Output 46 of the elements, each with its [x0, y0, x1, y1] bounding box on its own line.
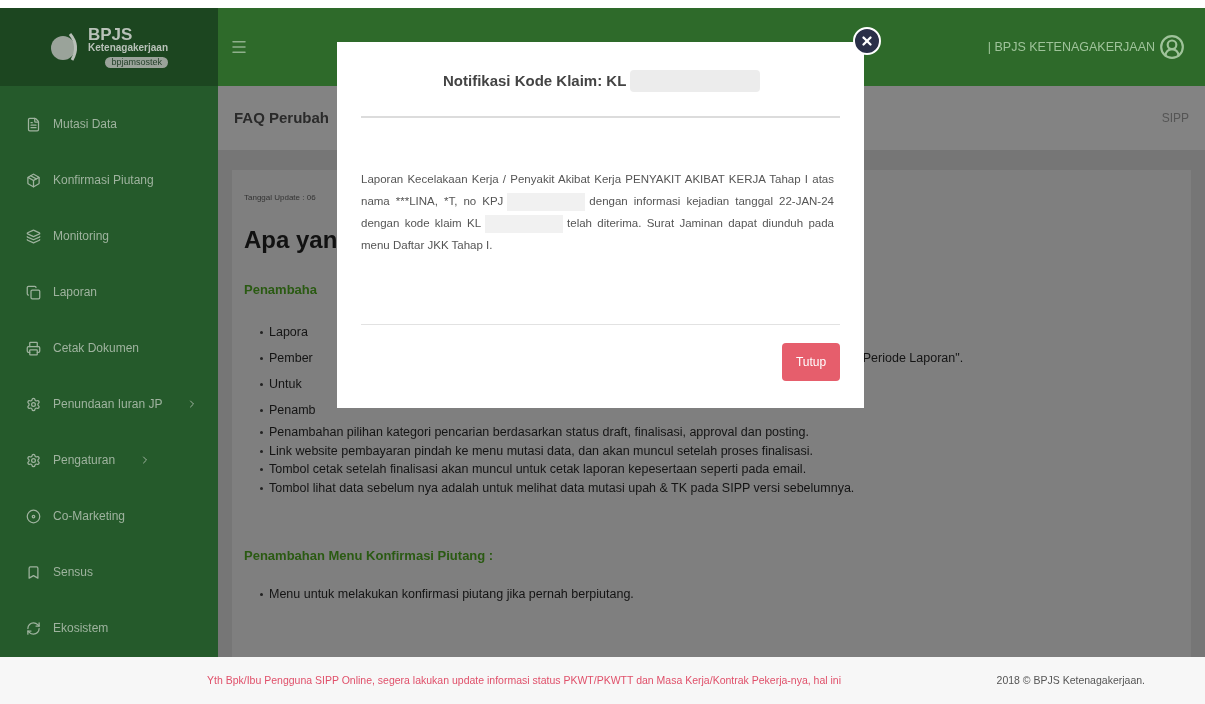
list-item-text: Tombol lihat data sebelum nya adalah untuk melihat data mutasi upah & TK pada SIPP versi sebelumnya.	[269, 479, 855, 497]
footer-notice: Yth Bpk/Ibu Pengguna SIPP Online, segera lakukan update informasi status PKWT/PKWTT dan Masa Kerja/Kontrak Pekerja-nya, hal ini	[207, 672, 842, 688]
user-avatar-icon[interactable]	[1159, 34, 1185, 60]
list-item-text: Periode Laporan".	[862, 350, 964, 368]
sidebar-item[interactable]: Cetak Dokumen	[0, 320, 218, 376]
settings-icon	[26, 452, 41, 468]
sidebar-item[interactable]: Mutasi Data	[0, 96, 218, 152]
sidebar-item[interactable]: Penundaan Iuran JP	[0, 376, 218, 432]
settings-icon	[26, 396, 41, 412]
sidebar-item[interactable]: Co-Marketing	[0, 488, 218, 544]
sidebar-item[interactable]: Monitoring	[0, 208, 218, 264]
logo-subtitle: Ketenagakerjaan	[87, 43, 168, 53]
sidebar-item[interactable]: Sensus	[0, 544, 218, 600]
list-item-text: Tombol cetak setelah finalisasi akan muncul untuk cetak laporan kepesertaan seperti pada email.	[269, 461, 807, 479]
close-dialog-button[interactable]: Tutup	[782, 343, 840, 381]
update-date: Tanggal Update : 06	[244, 192, 316, 204]
list-item-text: Pember	[269, 350, 313, 368]
disc-icon	[26, 508, 41, 524]
list-item-text: Lapora	[269, 324, 308, 342]
copyright: 2018 © BPJS Ketenagakerjaan.	[996, 672, 1145, 688]
pages-icon	[26, 284, 41, 300]
layers-icon	[26, 228, 41, 244]
list-item-text: Untuk	[269, 376, 302, 394]
logo-badge: bpjamsostek	[105, 57, 168, 68]
sidebar-item[interactable]: Ekosistem	[0, 600, 218, 656]
section-heading: Penambaha	[244, 281, 317, 299]
modal-message: Laporan Kecelakaan Kerja / Penyakit Akibat Kerja PENYAKIT AKIBAT KERJA Tahap I atas nama ***LINA, *T, no KPJ dengan informasi kejadian tanggal 22-JAN-24 dengan kode klaim KL telah diterima. Surat Jaminan dapat diunduh pada menu Daftar JKK Tahap I.	[361, 172, 835, 253]
menu-icon[interactable]	[230, 38, 248, 56]
section-heading: Penambahan Menu Konfirmasi Piutang :	[244, 546, 494, 565]
refresh-icon	[26, 620, 41, 636]
printer-icon	[26, 340, 41, 356]
list-item-text: Menu untuk melakukan konfirmasi piutang jika pernah berpiutang.	[269, 585, 634, 603]
list-item-text: Penambahan pilihan kategori pencarian berdasarkan status draft, finalisasi, approval dan posting.	[269, 424, 809, 442]
modal-title: Notifikasi Kode Klaim: KL	[443, 70, 627, 91]
page-heading: Apa yan	[244, 225, 338, 255]
list-item-text: Link website pembayaran pindah ke menu mutasi data, dan akan muncul setelah proses finalisasi.	[269, 442, 814, 460]
list-item-text: Penamb	[269, 402, 316, 420]
sidebar-item[interactable]: Konfirmasi Piutang	[0, 152, 218, 208]
sidebar-item[interactable]: Laporan	[0, 264, 218, 320]
organization-name: | BPJS KETENAGAKERJAAN	[987, 38, 1155, 56]
page-title: FAQ Perubah	[234, 107, 330, 128]
package-icon	[26, 172, 41, 188]
sidebar-item[interactable]: Pengaturan	[0, 432, 218, 488]
document-icon	[26, 116, 41, 132]
logo-name: BPJS	[87, 26, 133, 43]
bookmark-icon	[26, 564, 41, 580]
